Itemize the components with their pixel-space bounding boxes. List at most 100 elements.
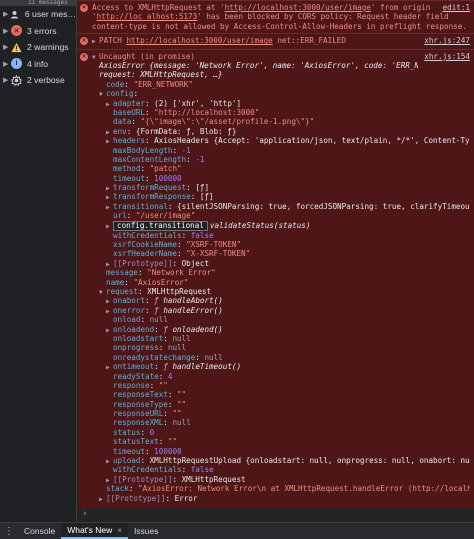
- prop-message[interactable]: message: "Network Error": [92, 268, 470, 277]
- prop-method[interactable]: method: "patch": [92, 164, 470, 173]
- sidebar-item-errors[interactable]: ▶ ✕ 3 errors: [0, 23, 76, 40]
- close-icon[interactable]: ×: [117, 526, 122, 535]
- expand-arrow-icon[interactable]: ▶: [106, 100, 113, 108]
- tab-whats-new[interactable]: What's New ×: [61, 523, 128, 539]
- request-url-link[interactable]: http://localhost:3000/user/image: [126, 36, 272, 45]
- expand-arrow-icon[interactable]: ▶: [106, 363, 113, 371]
- prop-onerror[interactable]: ▶ onerror: ƒ handleError(): [92, 306, 470, 315]
- prop-timeout[interactable]: timeout: 100000: [92, 174, 470, 183]
- prop-request-timeout[interactable]: timeout: 100000: [92, 447, 470, 456]
- prop-withcredentials[interactable]: withCredentials: false: [92, 231, 470, 240]
- prop-statustext[interactable]: statusText: "": [92, 437, 470, 446]
- sidebar-item-verbose[interactable]: ▶ 2 verbose: [0, 72, 76, 89]
- prop-value: 100000: [154, 173, 182, 183]
- prop-adapter[interactable]: ▶ adapter: (2) ['xhr', 'http']: [92, 99, 470, 108]
- sidebar-item-info[interactable]: ▶ i 4 info: [0, 56, 76, 73]
- prop-config-prototype[interactable]: ▶ [[Prototype]]: Object: [92, 259, 470, 268]
- prop-responsetext[interactable]: responseText: "": [92, 390, 470, 399]
- expand-arrow-icon[interactable]: ▶: [106, 476, 113, 484]
- prop-request-withcredentials[interactable]: withCredentials: false: [92, 465, 470, 474]
- error-icon: ✕: [11, 25, 22, 37]
- sidebar-item-user-messages[interactable]: ▶ 6 user mes…: [0, 6, 76, 23]
- prop-status[interactable]: status: 0: [92, 428, 470, 437]
- expand-arrow-icon[interactable]: ▶: [3, 43, 11, 51]
- prop-maxbodylength[interactable]: maxBodyLength: -1: [92, 146, 470, 155]
- prop-xsrfheadername[interactable]: xsrfHeaderName: "X-XSRF-TOKEN": [92, 249, 470, 258]
- prop-stack[interactable]: stack: "AxiosError: Network Error\n at X…: [92, 484, 470, 493]
- expand-arrow-icon[interactable]: ▶: [106, 457, 113, 465]
- prop-request[interactable]: ▼ request: XMLHttpRequest: [92, 287, 470, 296]
- prop-responseurl[interactable]: responseURL: "": [92, 409, 470, 418]
- warning-icon: [11, 42, 22, 53]
- expand-arrow-icon[interactable]: ▶: [106, 307, 113, 315]
- prop-config[interactable]: ▼ config:: [92, 89, 470, 98]
- prop-response[interactable]: response: "": [92, 381, 470, 390]
- expand-arrow-icon[interactable]: ▶: [106, 193, 113, 201]
- prop-ontimeout[interactable]: ▶ ontimeout: ƒ handleTimeout(): [92, 362, 470, 371]
- prop-baseurl[interactable]: baseURL: "http://localhost:3000": [92, 108, 470, 117]
- expand-arrow-icon[interactable]: ▶: [3, 27, 11, 35]
- source-link[interactable]: xhr.js:154: [424, 52, 470, 61]
- expand-arrow-icon[interactable]: ▶: [106, 297, 113, 305]
- tab-console[interactable]: Console: [18, 523, 61, 539]
- uncaught-title[interactable]: ▼ Uncaught (in promise): [92, 52, 418, 61]
- prop-code[interactable]: code: "ERR_NETWORK": [92, 80, 470, 89]
- expand-arrow-icon[interactable]: ▶: [3, 76, 11, 84]
- source-link[interactable]: xhr.js:247: [424, 36, 470, 45]
- prop-key: [[Prototype]]: [106, 493, 166, 503]
- request-url-link[interactable]: http://localhost:3000/user/image: [225, 3, 371, 12]
- more-menu-icon[interactable]: ⋮: [0, 526, 18, 537]
- tab-issues[interactable]: Issues: [128, 523, 165, 539]
- expand-arrow-icon[interactable]: ▶: [106, 260, 113, 268]
- prop-value: handleTimeout(): [172, 362, 242, 372]
- prop-xsrfcookiename[interactable]: xsrfCookieName: "XSRF-TOKEN": [92, 240, 470, 249]
- prop-error-prototype[interactable]: ▶ [[Prototype]]: Error: [92, 494, 470, 503]
- prop-url[interactable]: url: "/user/image": [92, 211, 470, 220]
- console-prompt[interactable]: ›: [78, 506, 474, 521]
- prop-data[interactable]: data: "{\"image\":\"/asset/profile-1.png…: [92, 117, 470, 126]
- prop-request-prototype[interactable]: ▶ [[Prototype]]: XMLHttpRequest: [92, 475, 470, 484]
- sidebar-item-warnings[interactable]: ▶ 2 warnings: [0, 39, 76, 56]
- expand-arrow-icon[interactable]: ▶: [106, 128, 113, 136]
- expand-arrow-icon[interactable]: ▶: [106, 184, 113, 192]
- prop-key: transformResponse: [113, 192, 191, 202]
- collapse-arrow-icon[interactable]: ▼: [99, 90, 106, 98]
- prop-transitional[interactable]: ▶ transitional: {silentJSONParsing: true,…: [92, 202, 470, 211]
- expand-arrow-icon[interactable]: ▶: [106, 326, 113, 334]
- expand-arrow-icon[interactable]: ▶: [92, 37, 99, 46]
- prop-onreadystatechange[interactable]: onreadystatechange: null: [92, 353, 470, 362]
- prop-transformrequest[interactable]: ▶ transformRequest: [ƒ]: [92, 183, 470, 192]
- prop-transformresponse[interactable]: ▶ transformResponse: [ƒ]: [92, 192, 470, 201]
- origin-link[interactable]: http://loc alhost:5173: [97, 12, 198, 21]
- prop-name[interactable]: name: "AxiosError": [92, 278, 470, 287]
- prop-key: responseXML: [113, 418, 164, 428]
- prop-readystate[interactable]: readyState: 4: [92, 372, 470, 381]
- sidebar-item-label: 4 info: [27, 58, 49, 69]
- expand-arrow-icon[interactable]: ▶: [106, 222, 113, 231]
- prop-validatestatus[interactable]: ▶ config.transitional validateStatus(statu…: [92, 220, 470, 231]
- prop-upload[interactable]: ▶ upload: XMLHttpRequestUpload {onloadsta…: [92, 456, 470, 465]
- expand-arrow-icon[interactable]: ▶: [106, 137, 113, 145]
- prop-value: [ƒ]: [199, 192, 214, 202]
- prop-responsetype[interactable]: responseType: "": [92, 400, 470, 409]
- expand-arrow-icon[interactable]: ▶: [106, 203, 113, 211]
- http-verb: PATCH: [99, 36, 122, 46]
- collapse-arrow-icon[interactable]: ▼: [92, 53, 99, 61]
- prop-maxcontentlength[interactable]: maxContentLength: -1: [92, 155, 470, 164]
- expand-arrow-icon[interactable]: ▶: [99, 495, 106, 503]
- prop-onload[interactable]: onload: null: [92, 315, 470, 324]
- prop-onabort[interactable]: ▶ onabort: ƒ handleAbort(): [92, 296, 470, 305]
- expand-arrow-icon[interactable]: ▶: [3, 60, 11, 68]
- source-link[interactable]: edit:1: [443, 3, 470, 12]
- prop-onloadend[interactable]: ▶ onloadend: ƒ onloadend(): [92, 325, 470, 334]
- origin-link-part: http://loc: [96, 12, 143, 22]
- collapse-arrow-icon[interactable]: ▼: [99, 288, 106, 296]
- prop-key: timeout: [113, 446, 146, 456]
- prop-headers[interactable]: ▶ headers: AxiosHeaders {Accept: 'applica…: [92, 136, 470, 145]
- prop-value: "{\"image\":\"/asset/profile-1.png\"}": [140, 117, 315, 127]
- prop-responsexml[interactable]: responseXML: null: [92, 418, 470, 427]
- prop-onprogress[interactable]: onprogress: null: [92, 343, 470, 352]
- prop-value: Object: [181, 258, 210, 268]
- prop-env[interactable]: ▶ env: {FormData: ƒ, Blob: ƒ}: [92, 127, 470, 136]
- prop-onloadstart[interactable]: onloadstart: null: [92, 334, 470, 343]
